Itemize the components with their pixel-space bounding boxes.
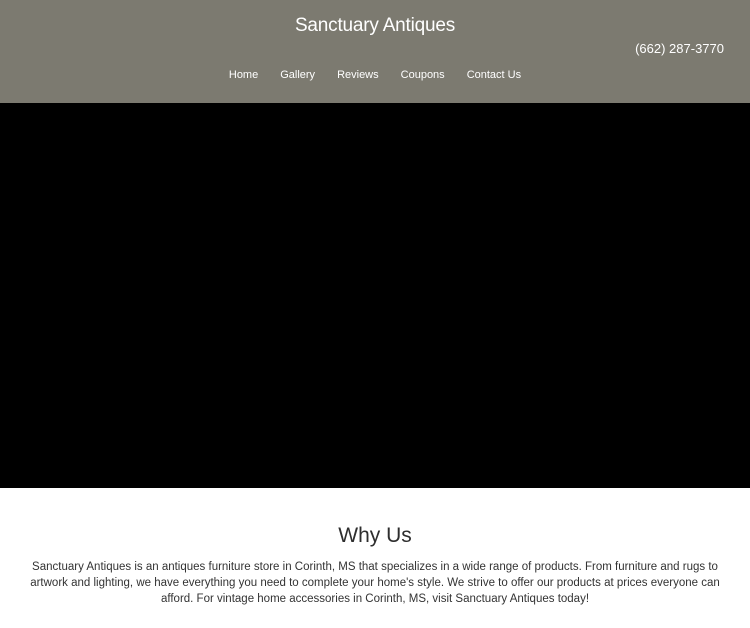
- why-us-section: Why Us Sanctuary Antiques is an antiques…: [0, 488, 750, 628]
- phone-number-link[interactable]: (662) 287-3770: [635, 40, 724, 58]
- nav-item-gallery[interactable]: Gallery: [280, 67, 315, 83]
- nav-item-contact-us[interactable]: Contact Us: [467, 67, 521, 83]
- site-title[interactable]: Sanctuary Antiques: [0, 14, 750, 38]
- site-header: Sanctuary Antiques (662) 287-3770 Home G…: [0, 0, 750, 103]
- nav-item-reviews[interactable]: Reviews: [337, 67, 379, 83]
- nav-item-coupons[interactable]: Coupons: [401, 67, 445, 83]
- nav-item-home[interactable]: Home: [229, 67, 258, 83]
- main-nav: Home Gallery Reviews Coupons Contact Us: [0, 67, 750, 83]
- page: Sanctuary Antiques (662) 287-3770 Home G…: [0, 0, 750, 628]
- hero-banner: [0, 103, 750, 488]
- why-us-text: Sanctuary Antiques is an antiques furnit…: [30, 561, 720, 605]
- section-heading: Why Us: [338, 524, 412, 547]
